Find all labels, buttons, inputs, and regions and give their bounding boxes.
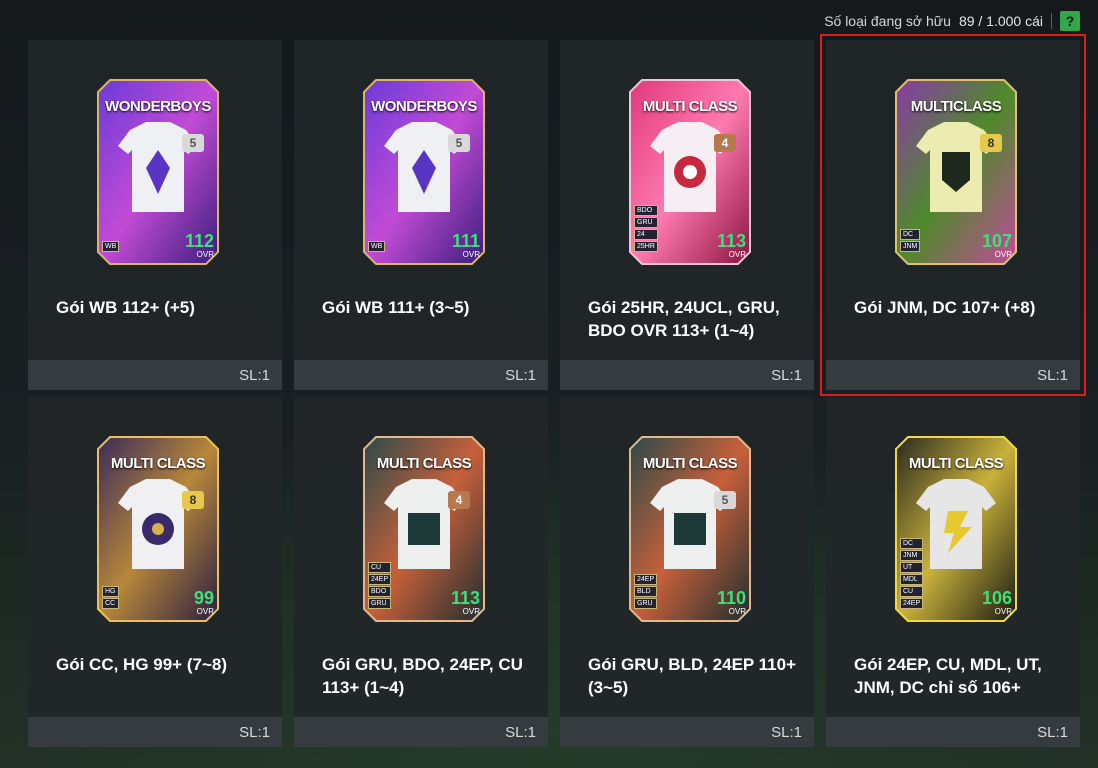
pack-title: Gói WB 112+ (+5): [56, 298, 195, 317]
pack-label: WONDERBOYS: [371, 98, 477, 115]
pack-label: MULTI CLASS: [376, 455, 472, 472]
pack-level-badge: 8: [980, 134, 1002, 152]
quantity-label: SL:1: [771, 724, 802, 741]
ovr-value: 112: [184, 231, 214, 251]
tag-badge: DC: [900, 229, 921, 240]
pack-title: Gói WB 111+ (3~5): [322, 298, 470, 317]
pack-label: MULTI CLASS: [642, 98, 738, 115]
pack-title: Gói 24EP, CU, MDL, UT, JNM, DC chỉ số 10…: [854, 655, 1042, 697]
ovr-value: 106: [981, 588, 1012, 608]
pack-level-badge: 5: [714, 491, 736, 509]
pack-label: WONDERBOYS: [105, 98, 211, 115]
help-button[interactable]: ?: [1060, 11, 1080, 31]
tag-badge: UT: [900, 562, 924, 573]
pack-image: MULTICLASS 8 DC JNM 107 OVR: [888, 72, 1024, 272]
pack-level-badge: 4: [448, 491, 470, 509]
pack-image: WONDERBOYS 5 WB 111 OVR: [356, 72, 492, 272]
pack-title: Gói GRU, BLD, 24EP 110+ (3~5): [588, 655, 797, 697]
ovr-label: OVR: [462, 250, 480, 259]
pack-level-badge: 5: [182, 134, 204, 152]
pack-card[interactable]: MULTI CLASS 5 24EP BLD GRU 110 OVR Gói GR…: [560, 397, 814, 747]
quantity-label: SL:1: [505, 724, 536, 741]
tag-badge: 24EP: [634, 574, 658, 585]
pack-level-badge: 8: [182, 491, 204, 509]
tag-badge: 24: [634, 229, 658, 240]
tag-badge: CU: [900, 586, 924, 597]
ovr-label: OVR: [196, 607, 214, 616]
ovr-value: 113: [450, 588, 480, 608]
tag-badge: 24EP: [368, 574, 392, 585]
tag-badge: BDO: [368, 586, 392, 597]
pack-card[interactable]: WONDERBOYS 5 WB 112 OVR Gói WB 112+ (+5) …: [28, 40, 282, 390]
tag-badge: JNM: [900, 550, 924, 561]
ovr-label: OVR: [462, 607, 480, 616]
tag-badge: 24EP: [900, 598, 924, 609]
pack-label: MULTICLASS: [910, 98, 1002, 115]
pack-image: MULTI CLASS 4 CU 24EP BDO GRU 113 OVR: [356, 429, 492, 629]
pack-title: Gói GRU, BDO, 24EP, CU 113+ (1~4): [322, 655, 523, 697]
pack-card-selected[interactable]: MULTICLASS 8 DC JNM 107 OVR Gói JNM, DC 1…: [820, 34, 1086, 396]
tag-badge: BLD: [634, 586, 658, 597]
pack-image: MULTI CLASS DC JNM UT MDL CU 24EP 106 OVR: [888, 429, 1024, 629]
owned-count: 89 / 1.000 cái: [958, 13, 1043, 29]
tag-badge: WB: [102, 241, 120, 252]
owned-counter-bar: Số loại đang sở hữu 89 / 1.000 cái ?: [824, 10, 1080, 32]
pack-title: Gói JNM, DC 107+ (+8): [854, 298, 1036, 317]
tag-badge: BDO: [634, 205, 658, 216]
quantity-label: SL:1: [771, 367, 802, 384]
pack-label: MULTI CLASS: [110, 455, 206, 472]
pack-label: MULTI CLASS: [642, 455, 738, 472]
ovr-label: OVR: [994, 250, 1012, 259]
ovr-rating: 113 OVR: [717, 232, 746, 259]
tag-badge: MDL: [900, 574, 924, 585]
ovr-label: OVR: [196, 250, 214, 259]
ovr-rating: 99 OVR: [194, 589, 214, 616]
pack-image: MULTI CLASS 5 24EP BLD GRU 110 OVR: [622, 429, 758, 629]
ovr-rating: 106 OVR: [982, 589, 1012, 616]
quantity-label: SL:1: [505, 367, 536, 384]
quantity-label: SL:1: [1037, 724, 1068, 741]
pack-image: MULTI CLASS 8 HG CC 99 OVR: [90, 429, 226, 629]
tag-badge: CC: [102, 598, 119, 609]
ovr-label: OVR: [728, 607, 746, 616]
quantity-label: SL:1: [239, 724, 270, 741]
ovr-value: 111: [451, 231, 480, 251]
ovr-label: OVR: [728, 250, 746, 259]
ovr-value: 110: [716, 588, 746, 608]
pack-image: WONDERBOYS 5 WB 112 OVR: [90, 72, 226, 272]
ovr-rating: 113 OVR: [451, 589, 480, 616]
ovr-rating: 111 OVR: [452, 232, 480, 259]
ovr-rating: 112 OVR: [185, 232, 214, 259]
quantity-label: SL:1: [239, 367, 270, 384]
owned-label: Số loại đang sở hữu: [824, 13, 951, 29]
ovr-rating: 107 OVR: [982, 232, 1012, 259]
tag-badge: JNM: [900, 241, 921, 252]
quantity-label: SL:1: [1037, 367, 1068, 384]
tag-badge: GRU: [368, 598, 392, 609]
ovr-label: OVR: [994, 607, 1012, 616]
tag-badge: DC: [900, 538, 924, 549]
tag-badge: HG: [102, 586, 119, 597]
pack-card[interactable]: MULTI CLASS DC JNM UT MDL CU 24EP 106 OVR…: [826, 397, 1080, 747]
tag-badge: GRU: [634, 598, 658, 609]
tag-badge: CU: [368, 562, 392, 573]
pack-label: MULTI CLASS: [908, 455, 1004, 472]
ovr-value: 113: [716, 231, 746, 251]
pack-title: Gói 25HR, 24UCL, GRU, BDO OVR 113+ (1~4): [588, 298, 780, 340]
tag-badge: GRU: [634, 217, 658, 228]
pack-title: Gói CC, HG 99+ (7~8): [56, 655, 227, 674]
pack-card[interactable]: WONDERBOYS 5 WB 111 OVR Gói WB 111+ (3~5)…: [294, 40, 548, 390]
ovr-rating: 110 OVR: [717, 589, 746, 616]
tag-badge: 25HR: [634, 241, 658, 252]
pack-image: MULTI CLASS 4 BDO GRU 24 25HR 113 OVR: [622, 72, 758, 272]
ovr-value: 99: [193, 588, 214, 608]
pack-level-badge: 5: [448, 134, 470, 152]
tag-badge: WB: [368, 241, 386, 252]
pack-card[interactable]: MULTI CLASS 4 CU 24EP BDO GRU 113 OVR Gói…: [294, 397, 548, 747]
divider: [1051, 13, 1052, 29]
ovr-value: 107: [981, 231, 1012, 251]
pack-level-badge: 4: [714, 134, 736, 152]
pack-card[interactable]: MULTI CLASS 8 HG CC 99 OVR Gói CC, HG 99+…: [28, 397, 282, 747]
pack-card[interactable]: MULTI CLASS 4 BDO GRU 24 25HR 113 OVR Gói…: [560, 40, 814, 390]
